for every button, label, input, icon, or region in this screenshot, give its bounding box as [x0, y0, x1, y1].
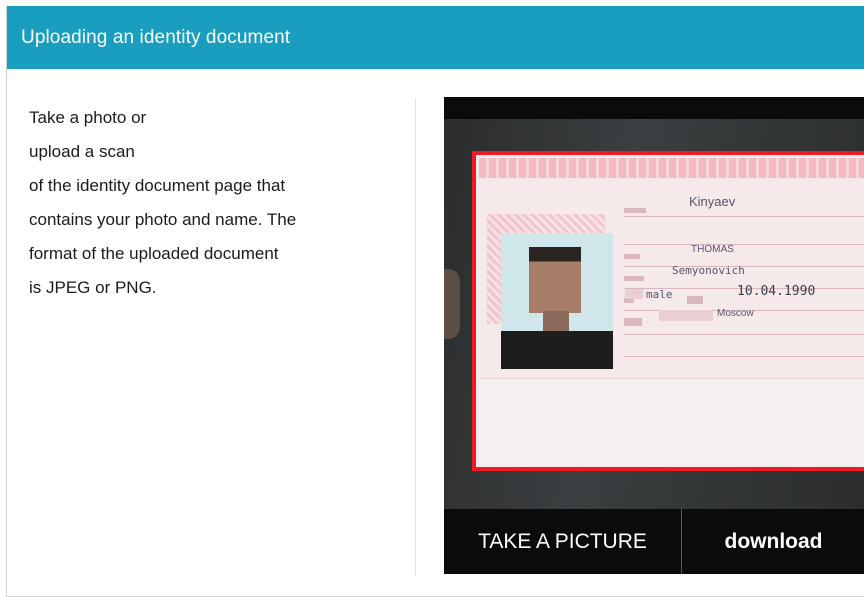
passport-surname: Kinyaev — [689, 194, 736, 209]
dialog-header: Uploading an identity document — [7, 6, 864, 69]
instruction-line: format of the uploaded document — [29, 244, 279, 263]
birthplace-caption — [624, 318, 642, 326]
passport-birth-date: 10.04.1990 — [737, 284, 816, 299]
redacted-field — [659, 310, 713, 321]
take-picture-button[interactable]: TAKE A PICTURE — [444, 509, 681, 574]
photo-neck — [543, 311, 569, 333]
instruction-line: upload a scan — [29, 142, 135, 161]
passport-lower-page — [479, 378, 864, 465]
upload-dialog: Uploading an identity document Take a ph… — [6, 6, 864, 597]
birthdate-caption — [687, 296, 703, 304]
field-line — [624, 216, 864, 217]
field-line — [624, 334, 864, 335]
finger-shadow — [444, 269, 460, 339]
passport-preview: Kinyaev THOMAS Semyonovich male 10.04.19… — [479, 158, 864, 465]
instruction-line: of the identity document page that — [29, 176, 286, 195]
pixelated-face — [529, 247, 581, 313]
patronymic-caption — [624, 276, 644, 281]
passport-given-name: THOMAS — [691, 244, 734, 255]
passport-patronymic: Semyonovich — [672, 264, 745, 277]
passport-birth-place: Moscow — [717, 308, 754, 319]
passport-header-band — [479, 158, 864, 178]
dialog-title: Uploading an identity document — [21, 27, 291, 48]
photo-shirt — [501, 331, 613, 369]
instruction-line: is JPEG or PNG. — [29, 278, 157, 297]
surname-caption — [624, 208, 646, 213]
passport-sex: male — [646, 288, 673, 301]
field-line — [624, 244, 864, 245]
passport-photo — [501, 233, 613, 369]
camera-widget: Kinyaev THOMAS Semyonovich male 10.04.19… — [444, 97, 864, 574]
download-button[interactable]: download — [682, 509, 864, 574]
upload-instructions: Take a photo or upload a scan of the ide… — [29, 101, 369, 305]
instruction-line: Take a photo or — [29, 108, 147, 127]
redacted-field — [625, 289, 643, 299]
instruction-line: contains your photo and name. The — [29, 210, 297, 229]
column-divider — [415, 98, 416, 576]
name-caption — [624, 254, 640, 259]
capture-frame: Kinyaev THOMAS Semyonovich male 10.04.19… — [472, 151, 864, 471]
camera-viewfinder: Kinyaev THOMAS Semyonovich male 10.04.19… — [444, 119, 864, 509]
field-line — [624, 356, 864, 357]
